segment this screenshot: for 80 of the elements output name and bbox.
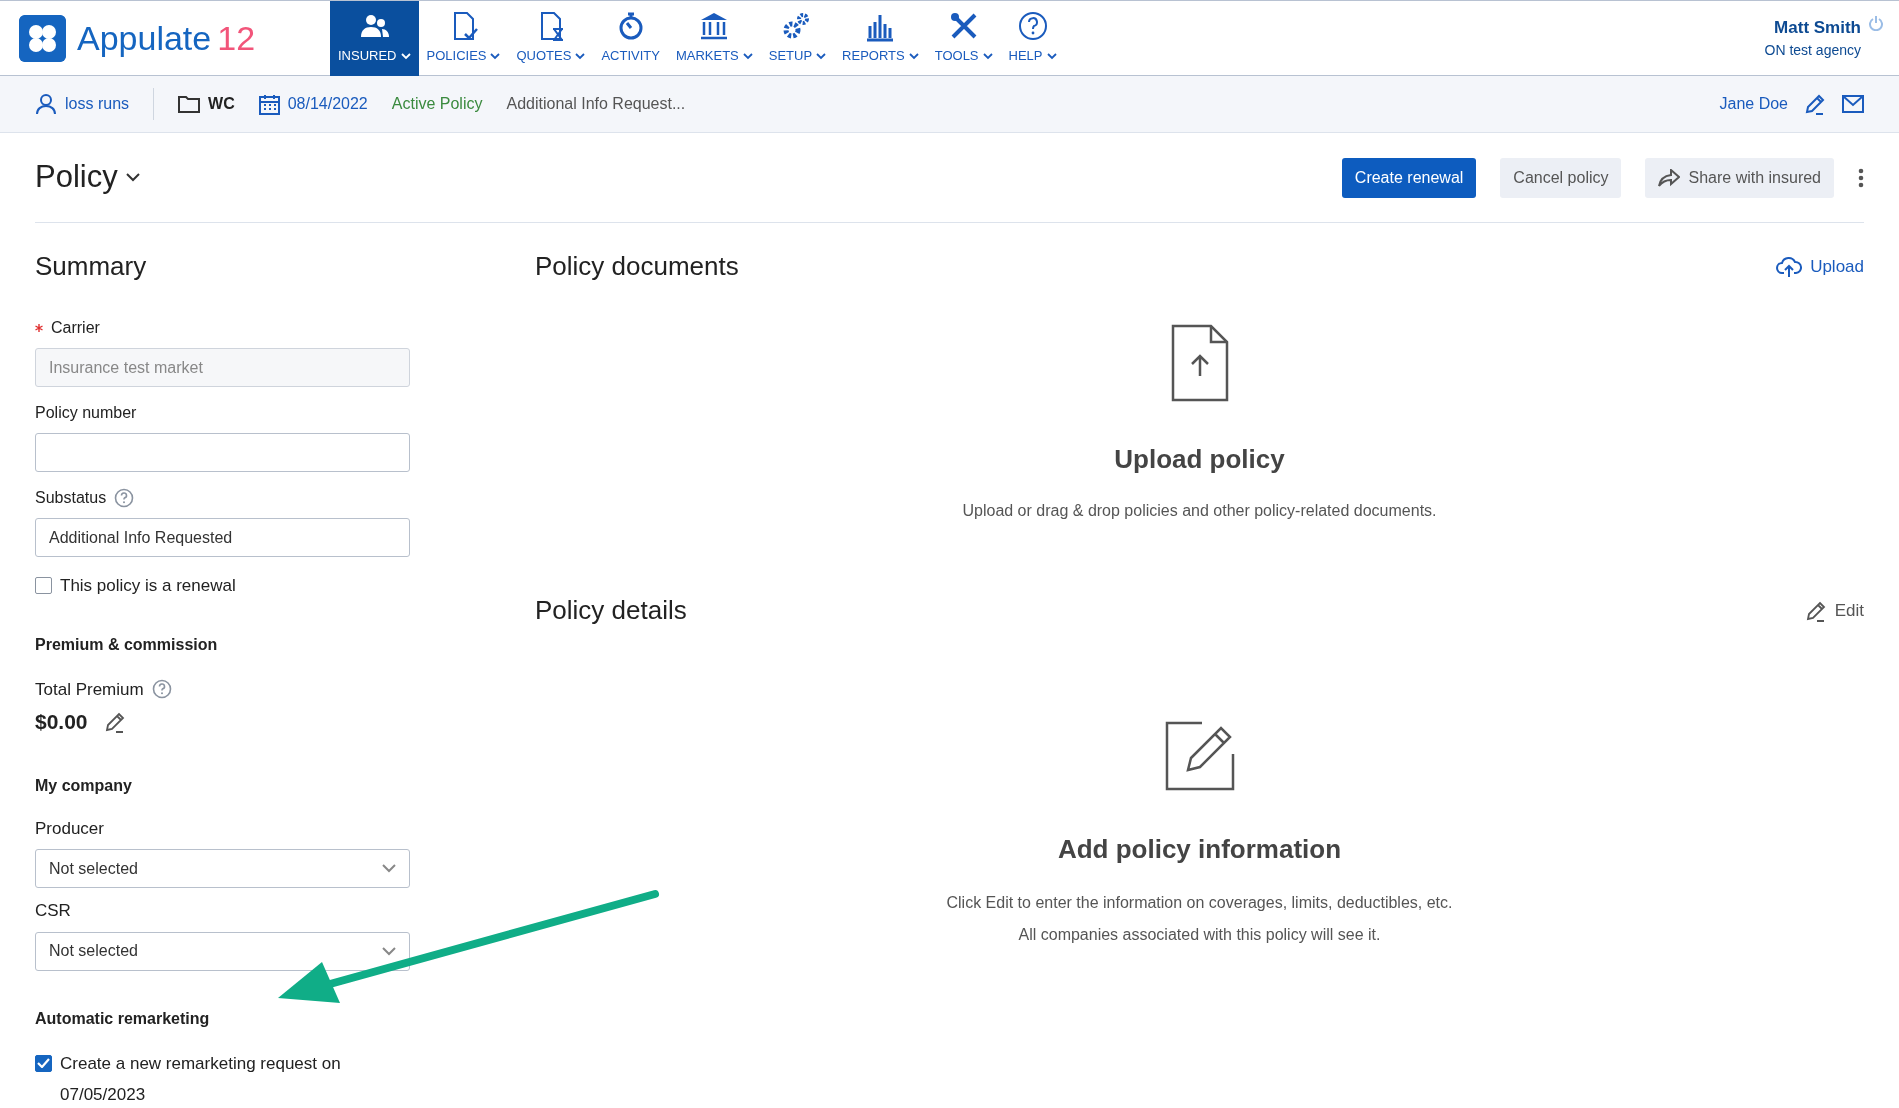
section-heading: My company — [35, 775, 133, 796]
caret-icon — [742, 52, 753, 60]
more-options-icon — [1858, 167, 1864, 188]
edit-document-icon — [1163, 720, 1236, 792]
chevron-down-icon — [382, 946, 396, 956]
empty-state-text: All companies associated with this policy will see it. — [1017, 925, 1382, 945]
caret-icon — [575, 52, 586, 60]
field-label: CSR — [35, 900, 72, 922]
calendar-icon — [258, 93, 280, 115]
help-icon — [151, 679, 172, 700]
input-field[interactable]: Additional Info Requested — [35, 518, 410, 557]
select-field[interactable]: Not selected — [35, 849, 410, 888]
caret-icon — [490, 52, 501, 60]
caret-icon — [982, 52, 993, 60]
field-label: Policy number — [35, 403, 137, 423]
nav-tab[interactable]: REPORTS — [834, 0, 927, 76]
user-name[interactable]: Matt Smith — [1764, 14, 1861, 41]
checkbox-label: Create a new remarketing request on — [60, 1052, 341, 1075]
policy-status: Active Policy — [391, 94, 483, 114]
page-title: Policy — [35, 158, 118, 197]
nav-tab[interactable]: INSURED — [330, 0, 419, 76]
caret-icon — [816, 52, 827, 60]
select-field[interactable]: Not selected — [35, 931, 410, 971]
logo-icon — [19, 14, 66, 62]
nav-tab[interactable]: QUOTES — [508, 0, 594, 76]
agency-name: ON test agency — [1764, 41, 1861, 61]
empty-state-title: Add policy information — [1057, 833, 1342, 866]
policy-date: 08/14/2022 — [287, 94, 368, 114]
nav-tab[interactable]: HELP — [1000, 0, 1065, 76]
contact-link[interactable]: Jane Doe — [1719, 92, 1788, 116]
caret-icon — [908, 52, 919, 60]
person-icon — [35, 93, 57, 115]
document-upload-icon — [1170, 324, 1229, 402]
input-field[interactable] — [35, 433, 410, 472]
section-heading: Premium & commission — [35, 634, 219, 655]
section-title: Summary — [35, 250, 148, 283]
cloud-upload-icon — [1776, 255, 1803, 278]
nav-tab[interactable]: SETUP — [760, 0, 835, 76]
caret-icon — [400, 52, 411, 60]
field-label: Producer — [35, 817, 105, 840]
section-title: Policy details — [535, 594, 687, 627]
nav-tab[interactable]: MARKETS — [667, 0, 761, 76]
insured-link[interactable]: loss runs — [35, 92, 130, 116]
line-of-business: WC — [208, 94, 235, 114]
share-arrow-icon — [1658, 168, 1681, 187]
envelope-icon — [1842, 95, 1864, 113]
folder-icon — [178, 95, 201, 113]
power-icon — [1869, 14, 1883, 31]
section-heading: Automatic remarketing — [35, 1008, 211, 1029]
nav-tab[interactable]: TOOLS — [926, 0, 1001, 76]
help-icon — [1016, 10, 1049, 43]
pencil-icon — [103, 710, 126, 733]
upload-link[interactable]: Upload — [1776, 253, 1864, 280]
required-icon — [35, 324, 43, 332]
create-renewal-button[interactable]: Create renewal — [1341, 157, 1477, 198]
policy-substatus: Additional Info Request... — [506, 94, 686, 114]
section-title: Policy documents — [535, 250, 739, 283]
edit-link[interactable]: Edit — [1804, 597, 1864, 624]
checkbox-label: This policy is a renewal — [60, 575, 236, 597]
empty-state-title: Upload policy — [1114, 443, 1285, 476]
app-logo-text: Appulate 12 — [77, 17, 256, 59]
cancel-policy-button[interactable]: Cancel policy — [1500, 157, 1622, 198]
nav-tab[interactable]: ACTIVITY — [593, 0, 668, 76]
field-label: Total Premium — [35, 678, 144, 701]
remarketing-date: 07/05/2023 — [60, 1084, 147, 1106]
help-icon — [114, 488, 135, 508]
checkbox[interactable] — [35, 577, 52, 595]
pencil-icon — [1804, 93, 1826, 115]
chevron-down-icon — [382, 864, 396, 873]
caret-icon — [1046, 52, 1057, 60]
nav-tab[interactable]: POLICIES — [418, 0, 509, 76]
pencil-icon — [1804, 599, 1827, 622]
chevron-down-icon — [125, 173, 140, 182]
checkbox[interactable] — [35, 1054, 52, 1072]
premium-amount: $0.00 — [35, 709, 88, 735]
share-button[interactable]: Share with insured — [1645, 157, 1834, 198]
empty-state-text: Click Edit to enter the information on coverages, limits, deductibles, etc. — [946, 893, 1453, 913]
field-label: Carrier — [51, 318, 100, 338]
empty-state-text: Upload or drag & drop policies and other policy-related documents. — [962, 501, 1437, 521]
field-label: Substatus — [35, 488, 107, 508]
